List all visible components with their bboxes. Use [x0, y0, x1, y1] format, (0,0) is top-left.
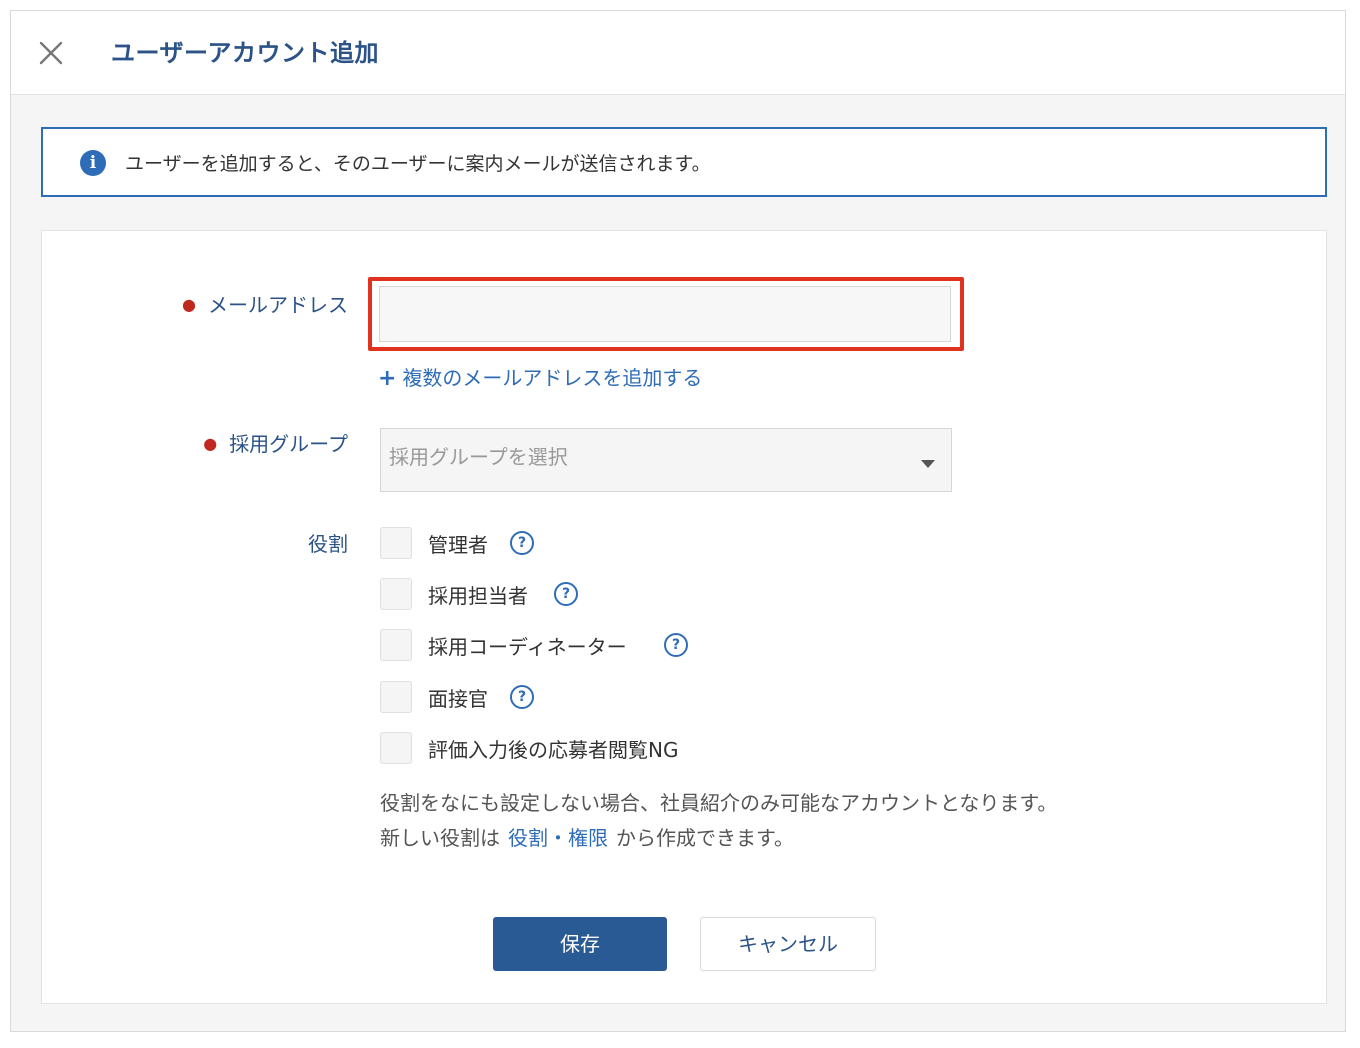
- info-notice: i ユーザーを追加すると、そのユーザーに案内メールが送信されます。: [41, 127, 1327, 197]
- plus-icon: +: [378, 366, 397, 391]
- add-user-dialog: ユーザーアカウント追加 i ユーザーを追加すると、そのユーザーに案内メールが送信…: [10, 10, 1346, 1032]
- role-checkbox-interviewer[interactable]: [380, 681, 412, 713]
- role-label-recruiter: 採用担当者: [428, 584, 528, 608]
- add-multiple-email-link[interactable]: + 複数のメールアドレスを追加する: [378, 362, 702, 391]
- add-multiple-email-label: 複数のメールアドレスを追加する: [402, 366, 703, 390]
- role-label-admin: 管理者: [428, 533, 488, 557]
- info-icon: i: [80, 150, 106, 176]
- roles-note-prefix: 新しい役割は: [380, 826, 500, 850]
- roles-permissions-link[interactable]: 役割・権限: [508, 826, 608, 850]
- group-select[interactable]: 採用グループを選択: [380, 428, 952, 492]
- close-icon: [39, 41, 63, 65]
- dialog-header: ユーザーアカウント追加: [11, 11, 1345, 95]
- help-icon[interactable]: ?: [664, 633, 688, 657]
- role-checkbox-admin[interactable]: [380, 527, 412, 559]
- close-button[interactable]: [35, 37, 67, 69]
- email-input[interactable]: [379, 286, 951, 342]
- roles-note-line2: 新しい役割は 役割・権限 から作成できます。: [380, 822, 794, 851]
- help-icon[interactable]: ?: [510, 531, 534, 555]
- help-icon[interactable]: ?: [510, 685, 534, 709]
- required-indicator: ●: [182, 295, 196, 314]
- group-label: ● 採用グループ: [203, 428, 348, 457]
- email-label-text: メールアドレス: [208, 293, 348, 317]
- notice-text: ユーザーを追加すると、そのユーザーに案内メールが送信されます。: [125, 153, 711, 175]
- help-icon[interactable]: ?: [554, 582, 578, 606]
- roles-note-suffix: から作成できます。: [616, 826, 794, 850]
- role-label-no-view-after-eval: 評価入力後の応募者閲覧NG: [428, 738, 679, 762]
- roles-note-line1: 役割をなにも設定しない場合、社員紹介のみ可能なアカウントとなります。: [380, 791, 1058, 815]
- roles-label: 役割: [308, 532, 348, 556]
- save-button[interactable]: 保存: [493, 917, 667, 971]
- group-label-text: 採用グループ: [229, 432, 348, 456]
- role-checkbox-no-view-after-eval[interactable]: [380, 732, 412, 764]
- email-label: ● メールアドレス: [182, 289, 348, 318]
- group-select-placeholder: 採用グループを選択: [389, 445, 568, 469]
- dialog-title: ユーザーアカウント追加: [111, 39, 380, 67]
- role-label-interviewer: 面接官: [428, 687, 488, 711]
- role-checkbox-recruiter[interactable]: [380, 578, 412, 610]
- role-label-coordinator: 採用コーディネーター: [428, 635, 627, 659]
- form-panel: ● メールアドレス + 複数のメールアドレスを追加する ● 採用グループ 採用グループ…: [41, 230, 1327, 1004]
- required-indicator: ●: [203, 434, 218, 453]
- cancel-button[interactable]: キャンセル: [700, 917, 876, 971]
- role-checkbox-coordinator[interactable]: [380, 629, 412, 661]
- chevron-down-icon: [921, 460, 935, 468]
